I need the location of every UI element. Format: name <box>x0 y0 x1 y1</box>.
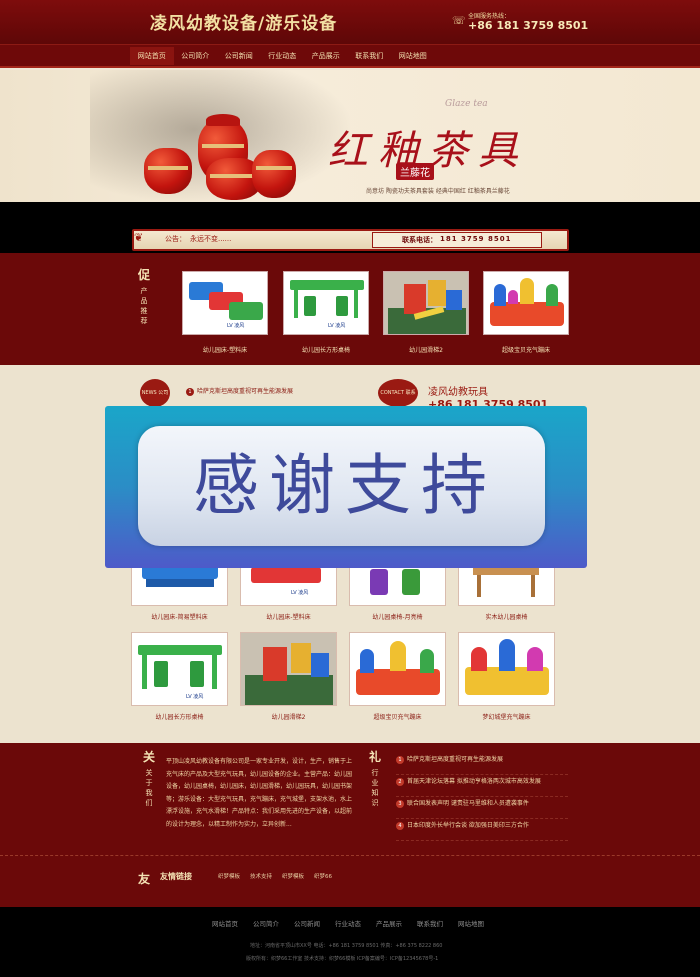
product-thumbnail[interactable]: LV 凌风 <box>131 632 228 706</box>
contact-phone-label: 联系电话： <box>402 236 437 244</box>
footer-nav-home[interactable]: 网站首页 <box>212 918 238 928</box>
main-nav: 网站首页 公司简介 公司新闻 行业动态 产品展示 联系我们 网站地图 <box>130 47 435 65</box>
footer-nav-products[interactable]: 产品展示 <box>376 918 402 928</box>
header-bar <box>0 0 700 44</box>
product-caption[interactable]: 幼儿园床-简易塑料床 <box>131 612 228 621</box>
industry-news-item[interactable]: 4 日本印度外长举行会谈 欲加强日美印三方合作 <box>396 819 568 841</box>
industry-news-text[interactable]: 联合国发表声明 谴责驻马里维和人员遭袭事件 <box>407 800 529 807</box>
product-caption[interactable]: 梦幻城堡充气蹦床 <box>458 712 555 721</box>
recommended-heading-text: 产品推荐 <box>140 287 148 325</box>
notice-text[interactable]: 永远不变...... <box>190 234 231 244</box>
nav-item-about[interactable]: 公司简介 <box>174 47 218 65</box>
industry-heading-text: 行业知识 <box>371 769 379 807</box>
about-heading-text: 关于我们 <box>145 769 153 807</box>
news-badge: NEWS 公司新闻 <box>140 379 170 424</box>
friend-link[interactable]: 织梦66 <box>314 872 332 880</box>
recommended-item-caption[interactable]: 幼儿园长方形桌椅 <box>283 345 369 354</box>
contact-phone-number: 181 3759 8501 <box>440 235 512 243</box>
product-item[interactable]: 幼儿园滑梯2 <box>240 632 337 721</box>
product-thumbnail[interactable] <box>458 632 555 706</box>
industry-news-text[interactable]: 日本印度外长举行会谈 欲加强日美印三方合作 <box>407 822 529 829</box>
product-item[interactable]: LV 凌风 幼儿园长方形桌椅 <box>131 632 228 721</box>
product-thumbnail[interactable] <box>240 632 337 706</box>
footer-nav-contact[interactable]: 联系我们 <box>417 918 443 928</box>
recommended-item[interactable]: 超级宝贝充气蹦床 <box>483 271 569 354</box>
product-thumbnail[interactable] <box>349 632 446 706</box>
industry-news-text[interactable]: 首届天津论坛落幕 拟推动亨格洛两次城市高效发展 <box>407 778 541 785</box>
product-thumbnail[interactable]: LV 凌风 <box>182 271 268 335</box>
footer-address: 地址：河南省平顶山市XX号 电话：+86 181 3759 8501 传真：+8… <box>250 943 443 949</box>
footer-copyright: 版权所有：织梦66工作室 技术支持：织梦66模板 ICP备案编号：ICP备123… <box>246 956 439 962</box>
about-description: 平顶山凌风幼教设备有限公司是一家专业开发，设计，生产，销售于上充气床的产品及大型… <box>166 758 353 828</box>
contact-company-name: 凌风幼教玩具 <box>428 387 488 398</box>
about-heading-char: 关 <box>142 750 155 764</box>
notice-label: 公告： <box>165 235 186 243</box>
nav-item-company-news[interactable]: 公司新闻 <box>217 47 261 65</box>
scroll-ornament-icon: ❦ <box>134 231 144 244</box>
nav-item-industry-news[interactable]: 行业动态 <box>261 47 305 65</box>
footer-nav: 网站首页 公司简介 公司新闻 行业动态 产品展示 联系我们 网站地图 <box>212 918 484 928</box>
footer-nav-company-news[interactable]: 公司新闻 <box>294 918 320 928</box>
product-caption[interactable]: 幼儿园桌椅-月亮椅 <box>349 612 446 621</box>
recommended-item-caption[interactable]: 幼儿园床-塑料床 <box>182 345 268 354</box>
industry-news-text[interactable]: 哈萨克斯坦高度重视可再生能源发展 <box>407 756 503 763</box>
recommended-item[interactable]: LV 凌风 幼儿园长方形桌椅 <box>283 271 369 354</box>
phone-number: +86 181 3759 8501 <box>468 19 589 32</box>
industry-heading-char: 礼 <box>368 750 381 764</box>
friend-links-list: 织梦模板 技术支持 织梦模板 织梦66 <box>218 872 332 880</box>
banner-tag: 兰藤花 <box>396 163 434 180</box>
product-item[interactable]: 超级宝贝充气蹦床 <box>349 632 446 721</box>
recommended-item[interactable]: LV 凌风 幼儿园床-塑料床 <box>182 271 268 354</box>
recommended-item-caption[interactable]: 幼儿园滑梯2 <box>383 345 469 354</box>
footer-nav-industry-news[interactable]: 行业动态 <box>335 918 361 928</box>
footer-nav-about[interactable]: 公司简介 <box>253 918 279 928</box>
thanks-overlay-text: 感谢支持 <box>193 447 497 524</box>
news-item-text[interactable]: 哈萨克斯坦高度重视可再生能源发展 <box>197 388 293 395</box>
industry-news-item[interactable]: 1 哈萨克斯坦高度重视可再生能源发展 <box>396 753 568 775</box>
nav-item-sitemap[interactable]: 网站地图 <box>391 47 435 65</box>
product-caption[interactable]: 超级宝贝充气蹦床 <box>349 712 446 721</box>
product-item[interactable]: 梦幻城堡充气蹦床 <box>458 632 555 721</box>
news-item[interactable]: 1 哈萨克斯坦高度重视可再生能源发展 <box>186 386 293 396</box>
friend-links-section <box>0 855 700 907</box>
product-thumbnail[interactable] <box>483 271 569 335</box>
tea-set-image <box>140 114 310 202</box>
industry-news-list: 1 哈萨克斯坦高度重视可再生能源发展 2 首届天津论坛落幕 拟推动亨格洛两次城市高效… <box>396 753 568 841</box>
recommended-heading: 促 产品推荐 <box>134 268 154 326</box>
banner-description: 尚意坊 陶瓷功夫茶具套装 经典中国红 红釉茶具兰藤花 <box>366 188 510 195</box>
recommended-item-caption[interactable]: 超级宝贝充气蹦床 <box>483 345 569 354</box>
product-caption[interactable]: 幼儿园床-塑料床 <box>240 612 337 621</box>
friend-link[interactable]: 织梦模板 <box>282 872 304 880</box>
industry-news-item[interactable]: 3 联合国发表声明 谴责驻马里维和人员遭袭事件 <box>396 797 568 819</box>
about-heading: 关 关于我们 <box>140 750 158 808</box>
site-logo[interactable]: 凌风幼教设备/游乐设备 <box>150 9 337 34</box>
product-caption[interactable]: 幼儿园滑梯2 <box>240 712 337 721</box>
product-caption[interactable]: 实木幼儿园桌椅 <box>458 612 555 621</box>
friend-link[interactable]: 技术支持 <box>250 872 272 880</box>
phone-icon: ☏ <box>452 14 466 27</box>
friend-link[interactable]: 织梦模板 <box>218 872 240 880</box>
nav-item-products[interactable]: 产品展示 <box>304 47 348 65</box>
product-thumbnail[interactable]: LV 凌风 <box>283 271 369 335</box>
product-thumbnail[interactable] <box>383 271 469 335</box>
friend-links-icon: 友 <box>138 872 151 886</box>
footer-nav-sitemap[interactable]: 网站地图 <box>458 918 484 928</box>
banner-divider <box>0 202 700 226</box>
recommended-heading-char: 促 <box>137 268 150 282</box>
banner-script-text: Glaze tea <box>445 99 488 109</box>
product-caption[interactable]: 幼儿园长方形桌椅 <box>131 712 228 721</box>
nav-item-home[interactable]: 网站首页 <box>130 47 174 65</box>
nav-item-contact[interactable]: 联系我们 <box>348 47 392 65</box>
industry-heading: 礼 行业知识 <box>366 750 384 808</box>
friend-links-title: 友情链接 <box>160 872 192 881</box>
industry-news-item[interactable]: 2 首届天津论坛落幕 拟推动亨格洛两次城市高效发展 <box>396 775 568 797</box>
contact-badge: CONTACT 联系方式 <box>378 379 418 424</box>
recommended-item[interactable]: 幼儿园滑梯2 <box>383 271 469 354</box>
